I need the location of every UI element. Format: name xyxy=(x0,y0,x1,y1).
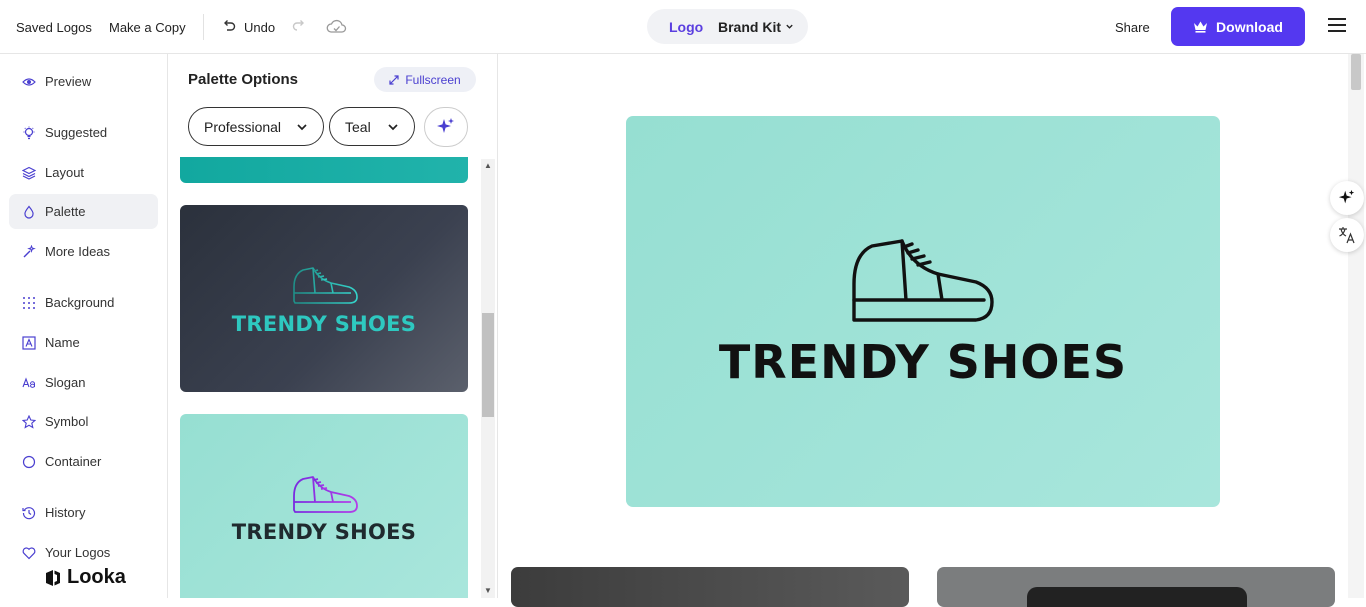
scroll-down-icon[interactable]: ▼ xyxy=(483,586,493,596)
circle-icon xyxy=(22,455,36,469)
make-copy-button[interactable]: Make a Copy xyxy=(109,0,186,54)
sidebar-item-container[interactable]: Container xyxy=(9,444,158,479)
sidebar-item-more-ideas[interactable]: More Ideas xyxy=(9,234,158,269)
logo-text: TRENDY SHOES xyxy=(718,335,1128,389)
style-select-value: Professional xyxy=(204,118,282,135)
chevron-down-icon xyxy=(786,24,793,29)
scrollbar-thumb[interactable] xyxy=(1351,54,1361,90)
hamburger-menu-icon[interactable] xyxy=(1328,17,1346,33)
sidebar-item-label: Preview xyxy=(45,74,92,89)
undo-label: Undo xyxy=(244,19,276,35)
palette-option-card[interactable] xyxy=(180,157,468,183)
history-icon xyxy=(22,506,36,520)
lightbulb-icon xyxy=(22,126,36,140)
sidebar-item-name[interactable]: Name xyxy=(9,325,158,360)
looka-logo: Looka xyxy=(44,566,126,589)
ai-assist-button[interactable] xyxy=(1330,181,1364,215)
sidebar-item-background[interactable]: Background xyxy=(9,285,158,320)
logo-brandkit-switch: Logo Brand Kit xyxy=(647,9,808,44)
chevron-down-icon xyxy=(388,123,398,130)
heart-icon xyxy=(22,546,36,560)
sidebar-item-palette[interactable]: Palette xyxy=(9,194,158,229)
divider xyxy=(203,14,204,40)
sidebar-item-label: Layout xyxy=(45,165,85,180)
panel-scrollbar[interactable]: ▲ ▼ xyxy=(481,159,495,598)
color-select-value: Teal xyxy=(345,118,371,135)
translate-button[interactable] xyxy=(1330,218,1364,252)
sidebar-item-symbol[interactable]: Symbol xyxy=(9,404,158,439)
preview-area: TRENDY SHOES xyxy=(498,54,1366,607)
saved-logos-button[interactable]: Saved Logos xyxy=(16,0,92,54)
sidebar-item-label: Name xyxy=(45,335,80,350)
text-aa-icon xyxy=(22,376,36,390)
sparkle-icon xyxy=(1338,189,1355,204)
grid-dots-icon xyxy=(22,296,36,310)
sparkle-icon xyxy=(437,118,454,133)
shoe-icon xyxy=(180,265,468,312)
sidebar-item-label: Symbol xyxy=(45,414,89,429)
sidebar-item-preview[interactable]: Preview xyxy=(9,64,158,99)
brand-name: Looka xyxy=(67,566,126,588)
sidebar-item-history[interactable]: History xyxy=(9,495,158,530)
share-button[interactable]: Share xyxy=(1115,0,1150,54)
mockup-card[interactable] xyxy=(937,567,1335,607)
sidebar-item-suggested[interactable]: Suggested xyxy=(9,115,158,150)
logo-text: TRENDY SHOES xyxy=(231,312,417,336)
expand-icon xyxy=(389,74,399,85)
palette-option-card[interactable]: TRENDY SHOES xyxy=(180,414,468,598)
redo-icon xyxy=(292,19,306,36)
eye-icon xyxy=(22,75,36,89)
download-label: Download xyxy=(1216,18,1283,35)
sidebar-item-your-logos[interactable]: Your Logos xyxy=(9,535,158,570)
sidebar-item-label: Suggested xyxy=(45,125,108,140)
fullscreen-button[interactable]: Fullscreen xyxy=(374,67,476,92)
sidebar-item-label: Slogan xyxy=(45,375,86,390)
star-icon xyxy=(22,414,36,429)
download-button[interactable]: Download xyxy=(1171,7,1305,46)
layers-icon xyxy=(22,166,36,180)
crown-icon xyxy=(1194,21,1208,33)
droplet-icon xyxy=(22,205,36,219)
brand-kit-label: Brand Kit xyxy=(718,18,781,35)
undo-icon xyxy=(222,19,236,36)
fullscreen-label: Fullscreen xyxy=(405,72,461,87)
palette-option-card[interactable]: TRENDY SHOES xyxy=(180,205,468,392)
sidebar-item-slogan[interactable]: Slogan xyxy=(9,365,158,400)
looka-mark-icon xyxy=(46,569,60,586)
sidebar-item-label: Your Logos xyxy=(45,545,111,560)
undo-button[interactable]: Undo xyxy=(222,0,275,54)
chevron-down-icon xyxy=(297,123,307,130)
ai-suggest-button[interactable] xyxy=(424,107,468,147)
panel-title: Palette Options xyxy=(188,71,299,88)
logo-preview-card[interactable]: TRENDY SHOES xyxy=(626,116,1220,507)
shoe-icon xyxy=(850,238,996,329)
sidebar-item-label: Palette xyxy=(45,204,86,219)
sidebar-item-label: Background xyxy=(45,295,115,310)
logo-text: TRENDY SHOES xyxy=(231,520,417,544)
tab-brand-kit[interactable]: Brand Kit xyxy=(718,19,794,35)
sidebar-item-label: History xyxy=(45,505,86,520)
color-select[interactable]: Teal xyxy=(329,107,415,146)
sidebar-item-layout[interactable]: Layout xyxy=(9,155,158,190)
scrollbar-thumb[interactable] xyxy=(482,313,494,417)
palette-panel: Palette Options Fullscreen Professional … xyxy=(168,54,498,598)
mockup-card[interactable] xyxy=(511,567,909,607)
letter-a-box-icon xyxy=(22,335,36,350)
style-select[interactable]: Professional xyxy=(188,107,324,146)
shoe-icon xyxy=(180,474,468,521)
translate-icon xyxy=(1339,227,1355,244)
main-scrollbar[interactable] xyxy=(1348,54,1364,598)
scroll-up-icon[interactable]: ▲ xyxy=(483,161,493,171)
top-bar: Saved Logos Make a Copy Undo Logo Brand … xyxy=(0,0,1366,54)
cloud-save-icon[interactable] xyxy=(326,0,347,54)
redo-button[interactable] xyxy=(292,0,306,54)
tab-logo[interactable]: Logo xyxy=(669,19,703,35)
mockup-device-shape xyxy=(1027,587,1247,607)
sidebar-item-label: Container xyxy=(45,454,102,469)
sidebar: Preview Suggested Layout Palette More Id… xyxy=(0,54,168,598)
sidebar-item-label: More Ideas xyxy=(45,244,111,259)
magic-wand-icon xyxy=(22,244,36,259)
